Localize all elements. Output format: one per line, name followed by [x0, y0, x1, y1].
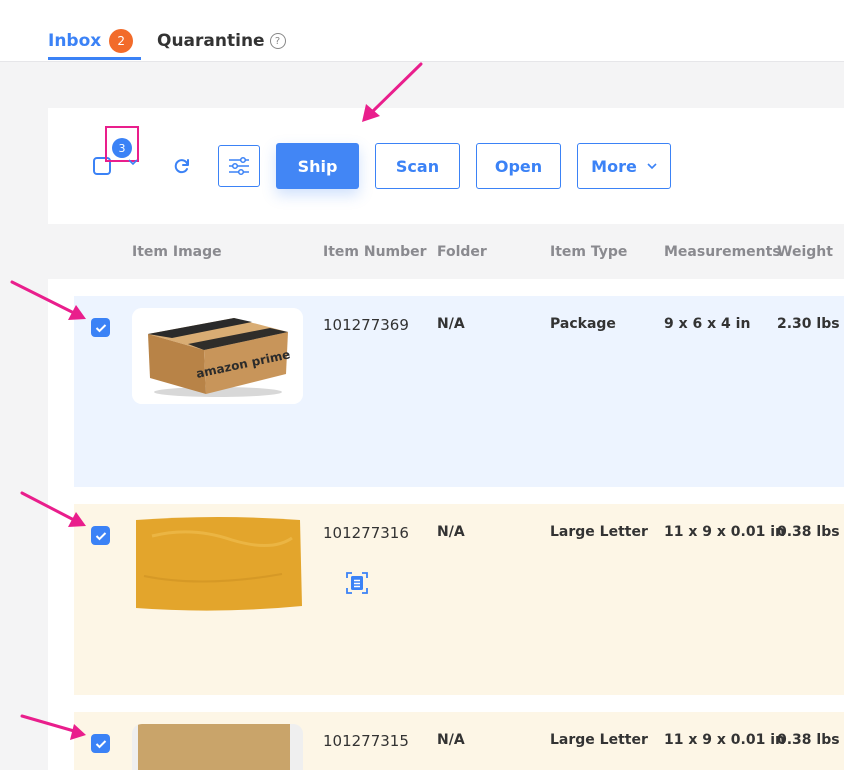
table-row[interactable]: amazon prime 101277369 N/A Package 9 x 6… [74, 296, 844, 487]
item-number[interactable]: 101277315 [323, 732, 409, 750]
checkmark-icon [95, 323, 106, 332]
chevron-down-icon [647, 163, 657, 170]
weight: 2.30 lbs [777, 316, 840, 332]
row-checkbox[interactable] [91, 734, 110, 753]
more-button[interactable]: More [577, 143, 671, 189]
refresh-icon[interactable] [172, 156, 192, 176]
arrow-to-ship [370, 62, 423, 114]
ship-button[interactable]: Ship [276, 143, 359, 189]
table-row[interactable]: 101277316 N/A Large Letter 11 x 9 x 0.01… [74, 504, 844, 695]
item-image[interactable] [132, 516, 303, 612]
inbox-panel: 3 Ship Scan Open More Item Image Item Nu… [48, 108, 844, 770]
column-header-item-type[interactable]: Item Type [550, 224, 627, 279]
table-header: Item Image Item Number Folder Item Type … [48, 224, 844, 279]
item-number[interactable]: 101277316 [323, 524, 409, 542]
tab-inbox[interactable]: Inbox 2 [48, 26, 134, 56]
item-image[interactable] [132, 724, 303, 770]
item-type: Package [550, 316, 616, 332]
measurements: 9 x 6 x 4 in [664, 316, 751, 332]
tab-inbox-label: Inbox [48, 31, 102, 51]
row-divider [74, 695, 844, 712]
folder: N/A [437, 732, 465, 748]
sliders-icon [229, 156, 249, 176]
tab-quarantine[interactable]: Quarantine ? [157, 26, 286, 56]
folder: N/A [437, 524, 465, 540]
checkmark-icon [95, 531, 106, 540]
tab-bar: Inbox 2 Quarantine ? [0, 0, 844, 62]
checkmark-icon [95, 739, 106, 748]
column-header-item-number[interactable]: Item Number [323, 224, 427, 279]
column-header-measurements[interactable]: Measurements [664, 224, 781, 279]
more-button-label: More [591, 156, 637, 176]
item-type: Large Letter [550, 732, 648, 748]
open-button[interactable]: Open [476, 143, 561, 189]
column-header-weight[interactable]: Weight [777, 224, 833, 279]
row-checkbox[interactable] [91, 526, 110, 545]
envelope-image [132, 724, 303, 770]
column-header-item-image[interactable]: Item Image [132, 224, 222, 279]
envelope-image [132, 516, 303, 612]
folder: N/A [437, 316, 465, 332]
cardboard-box-image: amazon prime [132, 308, 303, 404]
scan-button[interactable]: Scan [375, 143, 460, 189]
help-icon[interactable]: ? [269, 33, 286, 49]
item-type: Large Letter [550, 524, 648, 540]
table-row[interactable]: 101277315 N/A Large Letter 11 x 9 x 0.01… [74, 712, 844, 770]
chevron-down-icon[interactable] [128, 157, 138, 167]
toolbar: 3 Ship Scan Open More [48, 108, 844, 224]
weight: 0.38 lbs [777, 524, 840, 540]
item-image[interactable]: amazon prime [132, 308, 303, 404]
measurements: 11 x 9 x 0.01 in [664, 524, 785, 540]
scan-document-icon[interactable] [346, 572, 368, 594]
inbox-count-badge: 2 [109, 29, 134, 53]
filter-settings-button[interactable] [218, 145, 260, 187]
tab-quarantine-label: Quarantine [157, 31, 265, 51]
active-tab-indicator [48, 57, 141, 60]
item-number[interactable]: 101277369 [323, 316, 409, 334]
column-header-folder[interactable]: Folder [437, 224, 487, 279]
weight: 0.38 lbs [777, 732, 840, 748]
measurements: 11 x 9 x 0.01 in [664, 732, 785, 748]
row-checkbox[interactable] [91, 318, 110, 337]
row-divider [74, 487, 844, 504]
